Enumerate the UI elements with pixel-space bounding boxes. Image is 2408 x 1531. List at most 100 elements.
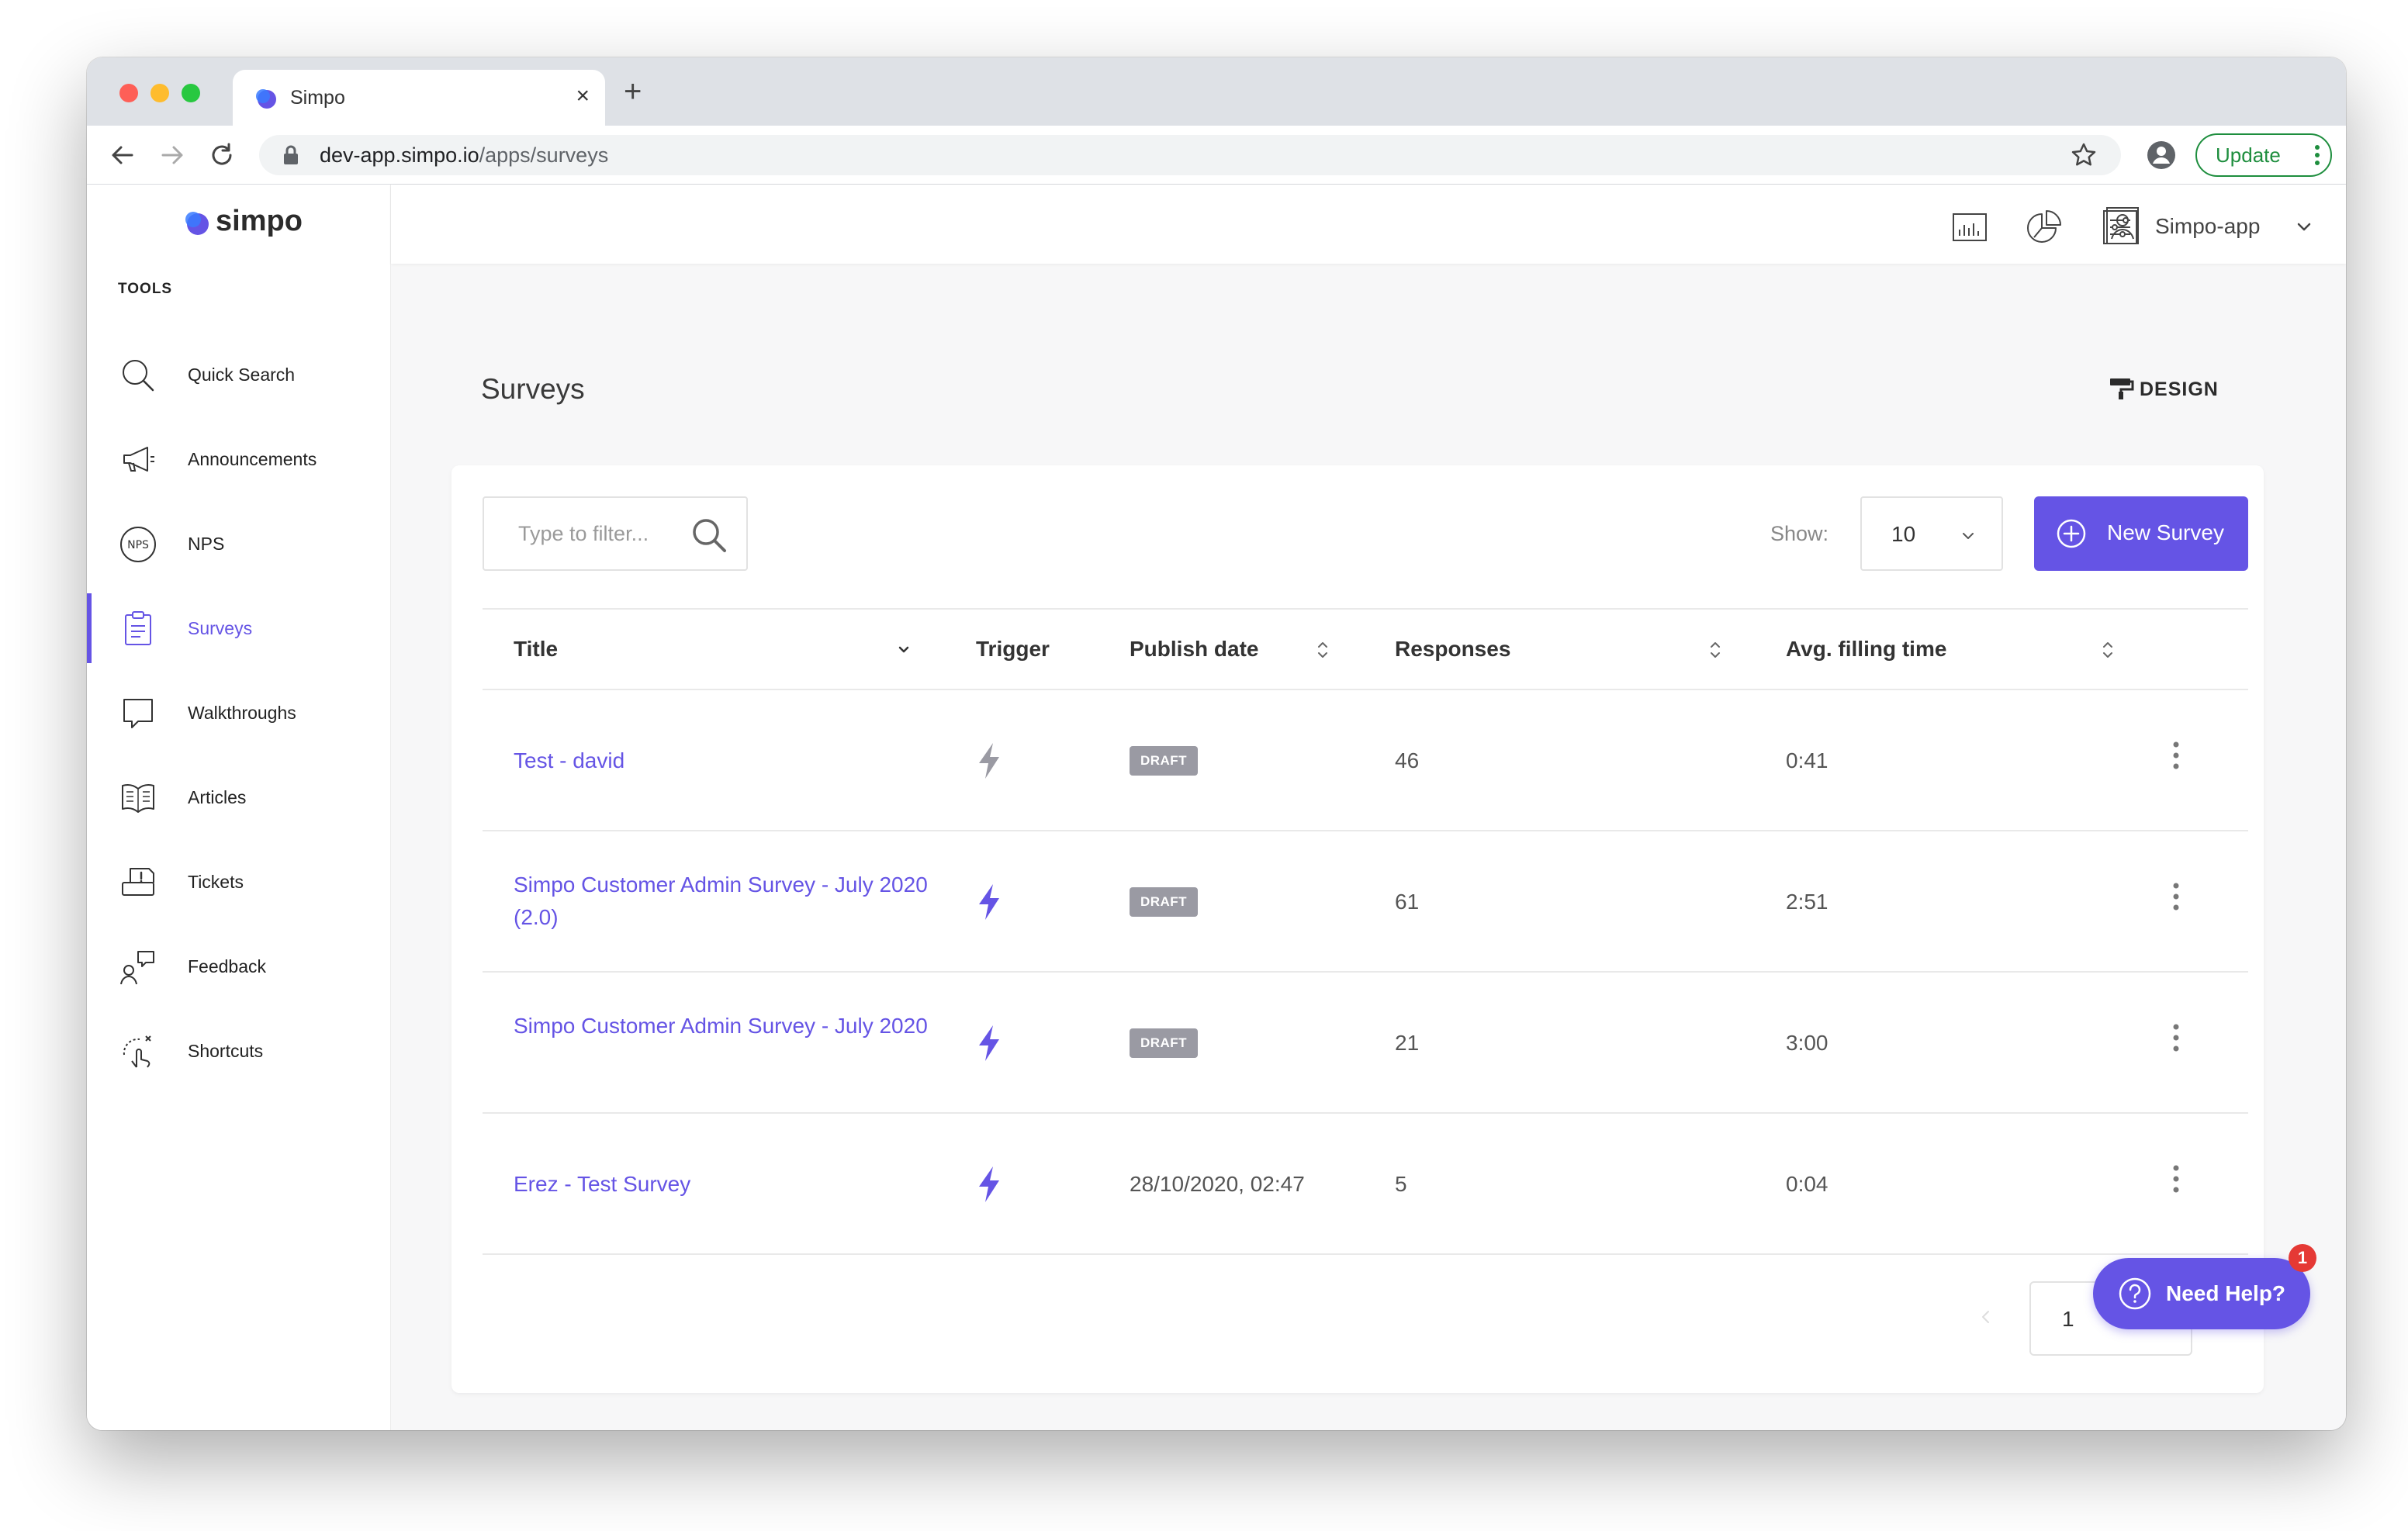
sidebar-item-quick-search[interactable]: Quick Search [87,340,391,410]
table-row: Test - david DRAFT 46 0:41 [483,690,2248,831]
sidebar-item-label: Tickets [188,872,244,892]
sidebar-item-articles[interactable]: Articles [87,762,391,832]
sidebar-item-tickets[interactable]: Tickets [87,847,391,917]
feedback-icon [120,951,154,985]
sidebar-item-walkthroughs[interactable]: Walkthroughs [87,678,391,748]
address-bar[interactable]: dev-app.simpo.io/apps/surveys [259,135,2121,175]
window-close-control[interactable] [119,84,138,102]
publish-date-value: 28/10/2020, 02:47 [1130,1172,1305,1196]
simpo-logo-icon [185,212,209,235]
column-header-avg-filling-time[interactable]: Avg. filling time [1786,636,1946,662]
sort-toggle-icon[interactable] [1314,638,1331,662]
avg-time-value: 3:00 [1786,1031,1828,1055]
sidebar-item-label: Announcements [188,449,317,469]
browser-update-button[interactable]: Update [2195,133,2332,177]
survey-title-link[interactable]: Test - david [514,745,932,777]
page-title: Surveys [481,373,585,405]
bookmark-star-icon[interactable] [2070,141,2098,169]
table-header: Title Trigger Publish date Responses Avg… [483,608,2248,690]
tab-close-icon[interactable]: × [576,82,590,110]
analytics-chart-icon[interactable] [1950,208,1989,247]
back-arrow-icon[interactable] [107,140,138,171]
avg-time-value: 0:41 [1786,748,1828,772]
more-actions-icon[interactable] [2164,740,2188,771]
filter-input[interactable] [484,498,694,569]
page-size-select[interactable]: 10 [1860,496,2003,571]
browser-toolbar: dev-app.simpo.io/apps/surveys Update [87,126,2346,185]
sidebar-item-label: NPS [188,534,225,554]
tab-title: Simpo [290,87,345,109]
survey-title-link[interactable]: Erez - Test Survey [514,1168,932,1201]
book-icon [122,784,154,813]
lightning-bolt-icon [979,1166,999,1202]
account-name[interactable]: Simpo-app [2155,214,2260,239]
new-tab-icon[interactable]: + [624,74,642,109]
sidebar: simpo TOOLS Quick Search Announcements N… [87,185,391,1430]
reload-icon[interactable] [206,140,237,171]
lightning-bolt-icon [979,743,999,779]
window-zoom-control[interactable] [182,84,200,102]
column-header-trigger: Trigger [976,637,1050,661]
avg-time-value: 2:51 [1786,890,1828,914]
pie-chart-icon[interactable] [2025,208,2064,247]
survey-title-link[interactable]: Simpo Customer Admin Survey - July 2020 [514,1010,932,1042]
lock-icon [284,145,298,164]
browser-window: Simpo × + dev-app.simpo.io/apps/surveys [87,57,2346,1430]
menu-dots-icon [2315,145,2320,165]
profile-avatar-icon[interactable] [2146,140,2177,171]
search-icon [123,360,154,392]
need-help-button[interactable]: Need Help? [2093,1258,2310,1329]
new-survey-button[interactable]: New Survey [2034,496,2248,571]
status-badge: DRAFT [1130,1028,1198,1058]
sidebar-item-feedback[interactable]: Feedback [87,931,391,1001]
more-actions-icon[interactable] [2164,1022,2188,1053]
sidebar-item-label: Quick Search [188,365,296,385]
browser-tab[interactable]: Simpo × [233,70,605,126]
lightning-bolt-icon [979,884,999,920]
sidebar-item-label: Shortcuts [188,1041,264,1061]
column-header-publish-date[interactable]: Publish date [1130,636,1258,662]
responses-value: 61 [1395,890,1420,914]
current-page-number: 1 [2062,1307,2074,1331]
megaphone-icon [123,447,154,472]
browser-tab-bar: Simpo × + [87,57,2346,126]
app-top-bar: Simpo-app [391,185,2346,264]
table-row: Simpo Customer Admin Survey - July 2020 … [483,831,2248,973]
user-account-icon[interactable] [2105,206,2140,245]
url-text: dev-app.simpo.io/apps/surveys [320,143,609,167]
page-size-value: 10 [1891,522,1916,546]
sidebar-item-surveys[interactable]: Surveys [87,593,391,663]
table-row: Simpo Customer Admin Survey - July 2020 … [483,973,2248,1114]
sort-toggle-icon[interactable] [1707,638,1724,662]
status-badge: DRAFT [1130,746,1198,776]
app-area: simpo TOOLS Quick Search Announcements N… [87,185,2346,1430]
sidebar-item-label: Articles [188,787,247,807]
lightning-bolt-icon [979,1025,999,1061]
responses-value: 21 [1395,1031,1420,1055]
more-actions-icon[interactable] [2164,881,2188,912]
search-icon[interactable] [689,515,729,555]
tap-gesture-icon [123,1035,151,1068]
plus-circle-icon [2057,519,2086,548]
forward-arrow-icon[interactable] [157,140,188,171]
chevron-down-icon[interactable] [2295,217,2313,236]
tools-section-label: TOOLS [118,281,173,297]
window-minimize-control[interactable] [150,84,169,102]
notification-badge: 1 [2289,1244,2316,1272]
column-header-responses[interactable]: Responses [1395,636,1510,662]
sidebar-item-announcements[interactable]: Announcements [87,424,391,494]
table-row: Erez - Test Survey 28/10/2020, 02:47 5 0… [483,1114,2248,1255]
sort-toggle-icon[interactable] [2099,638,2116,662]
svg-text:NPS: NPS [127,539,149,551]
filter-box [483,496,748,571]
sidebar-item-shortcuts[interactable]: Shortcuts [87,1016,391,1086]
responses-value: 5 [1395,1172,1407,1196]
sort-desc-chevron-icon[interactable] [895,638,912,662]
survey-title-link[interactable]: Simpo Customer Admin Survey - July 2020 … [514,869,932,934]
column-header-title[interactable]: Title [514,636,558,662]
surveys-card: Show: 10 New Survey Title T [452,465,2264,1393]
sidebar-item-nps[interactable]: NPS NPS [87,509,391,579]
more-actions-icon[interactable] [2164,1163,2188,1194]
pagination-prev-icon[interactable] [1978,1308,1994,1326]
show-label: Show: [1770,522,1829,545]
